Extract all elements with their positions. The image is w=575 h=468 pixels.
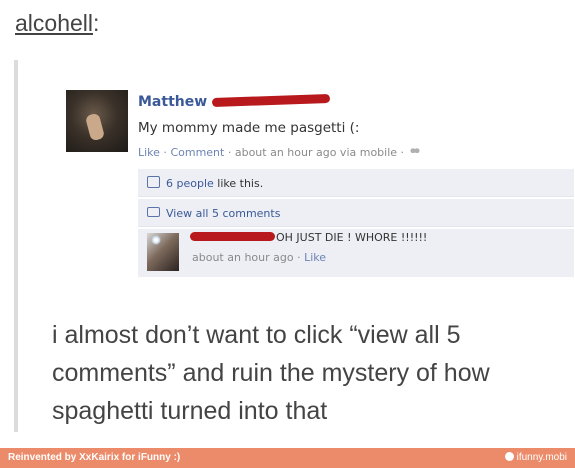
people-link[interactable]: 6 people [166,177,214,190]
footer-site-text: ifunny.mobi [516,452,567,463]
comment-meta: about an hour ago · Like [192,251,326,264]
comment-like-link[interactable]: Like [304,251,326,264]
comment-time: about an hour ago [192,251,294,264]
comment-item: OH JUST DIE ! WHORE !!!!!! about an hour… [138,229,574,277]
facebook-post: Matthew My mommy made me pasgetti (: Lik… [66,88,574,298]
likes-suffix: like this. [213,177,264,190]
separator: · [397,146,408,159]
footer-site[interactable]: ifunny.mobi [504,452,567,463]
post-time: about an hour ago via mobile [234,146,398,159]
ifunny-icon [504,452,514,461]
redaction-mark [190,232,275,241]
caption-text: i almost don’t want to click “view all 5… [52,321,490,425]
likes-text: 6 people like this. [166,177,263,190]
commenter-avatar[interactable] [147,233,179,271]
comment-link[interactable]: Comment [170,146,224,159]
poster-avatar[interactable] [66,90,128,152]
thumbs-up-icon [147,176,160,188]
view-all-row[interactable]: View all 5 comments [138,199,574,227]
quote-bar [14,60,18,432]
status-text: My mommy made me pasgetti (: [138,120,360,136]
username-link[interactable]: alcohell [15,10,93,36]
username-colon: : [93,10,100,36]
footer-bar: Reinvented by XxKairix for iFunny :) ifu… [0,448,575,468]
like-link[interactable]: Like [138,146,160,159]
separator: · [159,146,171,159]
separator: · [293,251,305,264]
footer-credit: Reinvented by XxKairix for iFunny :) [8,452,181,463]
tumblr-username[interactable]: alcohell: [15,10,99,37]
view-all-comments-link[interactable]: View all 5 comments [166,207,280,220]
people-icon [409,148,420,157]
post-meta: Like · Comment · about an hour ago via m… [138,146,420,159]
comment-text: OH JUST DIE ! WHORE !!!!!! [276,231,428,244]
separator: · [224,146,235,159]
likes-row: 6 people like this. [138,169,574,197]
poster-name[interactable]: Matthew [138,94,207,110]
comment-bubble-icon [147,207,160,217]
redaction-mark [211,93,331,108]
